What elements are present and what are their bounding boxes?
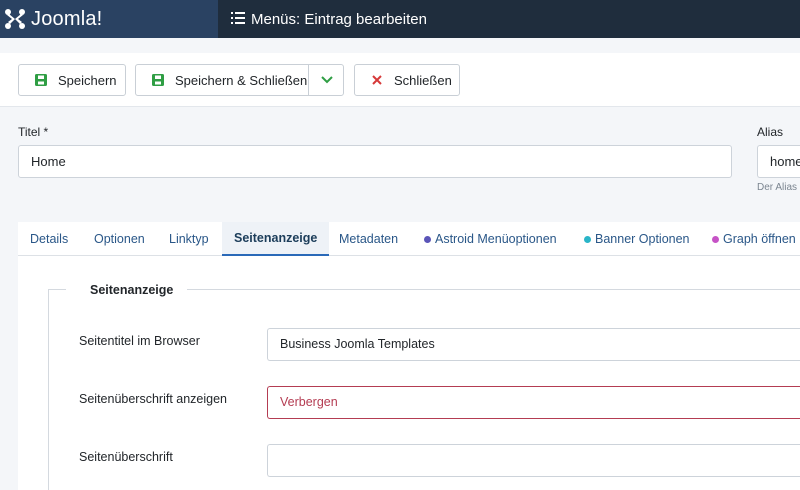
- title-input[interactable]: Home: [18, 145, 732, 178]
- status-dot-icon: [424, 235, 431, 243]
- tab-page-display[interactable]: Seitenanzeige: [222, 222, 330, 256]
- tab-graph-open[interactable]: Graph öffnen: [712, 222, 796, 256]
- save-icon: [151, 73, 165, 87]
- tab-details[interactable]: Details: [30, 222, 68, 256]
- tab-astroid-menu-options[interactable]: Astroid Menüoptionen: [424, 222, 557, 256]
- status-dot-icon: [712, 235, 719, 243]
- alias-input[interactable]: home: [757, 145, 800, 178]
- status-dot-icon: [584, 235, 591, 243]
- save-close-button[interactable]: Speichern & Schließen: [135, 64, 344, 96]
- close-icon: [370, 73, 384, 87]
- page-title-text: Menüs: Eintrag bearbeiten: [251, 10, 427, 28]
- joomla-brand[interactable]: Joomla!: [0, 0, 218, 38]
- tab-label: Graph öffnen: [723, 232, 796, 246]
- page-heading-label: Seitenüberschrift: [79, 450, 173, 464]
- list-icon: [231, 11, 245, 28]
- save-button-label: Speichern: [58, 72, 117, 88]
- tab-options[interactable]: Optionen: [94, 222, 145, 256]
- close-button-label: Schließen: [394, 72, 452, 88]
- alias-label: Alias: [757, 125, 784, 139]
- tab-metadata[interactable]: Metadaten: [339, 222, 398, 256]
- close-button[interactable]: Schließen: [354, 64, 460, 96]
- title-label: Titel *: [18, 125, 49, 139]
- alias-hint: Der Alias: [757, 182, 798, 193]
- toolbar: Speichern Speichern & Schließen Schließe…: [0, 53, 800, 107]
- tab-banner-options[interactable]: Banner Optionen: [584, 222, 690, 256]
- tab-label: Banner Optionen: [595, 232, 690, 246]
- show-page-heading-label: Seitenüberschrift anzeigen: [79, 392, 228, 406]
- tab-bar: Details Optionen Linktyp Seitenanzeige M…: [18, 222, 800, 256]
- save-close-button-label: Speichern & Schließen: [175, 72, 308, 88]
- tab-panel: Seitenanzeige Seitentitel im Browser Bus…: [18, 256, 800, 490]
- save-button[interactable]: Speichern: [18, 64, 126, 96]
- brand-name: Joomla!: [31, 7, 103, 30]
- tab-label: Astroid Menüoptionen: [435, 232, 557, 246]
- show-page-heading-select[interactable]: Verbergen: [267, 386, 800, 419]
- top-header: Joomla! Menüs: Eintrag bearbeiten: [0, 0, 800, 38]
- browser-page-title-input[interactable]: Business Joomla Templates: [267, 328, 800, 361]
- tab-link-type[interactable]: Linktyp: [169, 222, 209, 256]
- page-title: Menüs: Eintrag bearbeiten: [218, 0, 427, 38]
- page-heading-input[interactable]: [267, 444, 800, 477]
- save-icon: [34, 73, 48, 87]
- fieldset-legend: Seitenanzeige: [66, 282, 188, 298]
- chevron-down-icon[interactable]: [309, 65, 344, 95]
- joomla-logo-icon: [4, 8, 26, 30]
- browser-page-title-label: Seitentitel im Browser: [79, 334, 200, 348]
